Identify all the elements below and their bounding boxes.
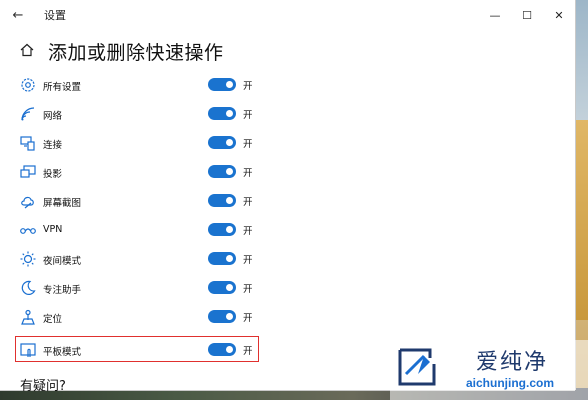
toggle-state: 开 <box>243 110 253 121</box>
quick-action-screen-snip: 屏幕截图 开 <box>0 187 300 216</box>
toggle-switch[interactable] <box>208 281 236 294</box>
quick-action-label: 连接 <box>43 140 63 151</box>
help-heading: 有疑问? <box>20 379 66 394</box>
location-icon <box>19 308 37 326</box>
watermark-url: aichunjing.com <box>466 376 555 390</box>
watermark-brand: 爱纯净 <box>476 350 549 375</box>
close-icon: ✕ <box>554 8 564 22</box>
quick-action-vpn: VPN 开 <box>0 216 300 245</box>
toggle-state: 开 <box>243 197 253 208</box>
night-light-icon <box>19 250 37 268</box>
quick-action-label: 所有设置 <box>43 82 82 93</box>
quick-action-label: 屏幕截图 <box>43 198 82 209</box>
quick-action-label: 专注助手 <box>43 285 82 296</box>
quick-action-label: 投影 <box>43 169 63 180</box>
highlight-box <box>15 336 259 362</box>
quick-action-label: 定位 <box>43 314 63 325</box>
screen-snip-icon <box>19 192 37 210</box>
wifi-icon <box>19 105 37 123</box>
gear-icon <box>19 76 37 94</box>
quick-action-location: 定位 开 <box>0 303 300 332</box>
quick-action-connect: 连接 开 <box>0 129 300 158</box>
toggle-state: 开 <box>243 81 253 92</box>
quick-action-network: 网络 开 <box>0 100 300 129</box>
project-icon <box>19 163 37 181</box>
toggle-switch[interactable] <box>208 252 236 265</box>
page-title: 添加或删除快速操作 <box>48 42 224 64</box>
quick-action-focus-assist: 专注助手 开 <box>0 274 300 303</box>
quick-action-all-settings: 所有设置 开 <box>0 71 300 100</box>
toggle-state: 开 <box>243 255 253 266</box>
connect-icon <box>19 134 37 152</box>
watermark: 爱纯净 aichunjing.com <box>390 340 588 400</box>
quick-action-label: 夜间模式 <box>43 256 82 267</box>
back-button[interactable]: ← <box>0 0 36 30</box>
watermark-logo-icon <box>394 344 440 390</box>
toggle-switch[interactable] <box>208 78 236 91</box>
toggle-state: 开 <box>243 226 253 237</box>
quick-action-label: VPN <box>43 224 63 235</box>
toggle-state: 开 <box>243 284 253 295</box>
desktop-sky <box>575 0 588 120</box>
toggle-state: 开 <box>243 168 253 179</box>
quick-action-project: 投影 开 <box>0 158 300 187</box>
settings-window: ← 设置 — ☐ ✕ 添加或删除快速操作 所有设置 开 网络 开 连接 开 投影… <box>0 0 575 394</box>
maximize-icon: ☐ <box>522 8 532 22</box>
minimize-button[interactable]: — <box>479 0 511 30</box>
back-arrow-icon: ← <box>12 7 24 23</box>
vpn-icon <box>19 221 37 239</box>
close-button[interactable]: ✕ <box>543 0 575 30</box>
toggle-switch[interactable] <box>208 310 236 323</box>
minimize-icon: — <box>489 8 501 22</box>
home-icon[interactable] <box>19 42 35 58</box>
maximize-button[interactable]: ☐ <box>511 0 543 30</box>
page-header: 添加或删除快速操作 <box>0 36 575 66</box>
quick-action-label: 网络 <box>43 111 63 122</box>
toggle-switch[interactable] <box>208 136 236 149</box>
title-bar: ← 设置 — ☐ ✕ <box>0 0 575 30</box>
moon-icon <box>19 279 37 297</box>
toggle-switch[interactable] <box>208 194 236 207</box>
quick-action-night-light: 夜间模式 开 <box>0 245 300 274</box>
toggle-state: 开 <box>243 139 253 150</box>
window-controls: — ☐ ✕ <box>479 0 575 30</box>
window-title: 设置 <box>44 9 66 22</box>
desktop-sand <box>575 120 588 320</box>
toggle-switch[interactable] <box>208 107 236 120</box>
toggle-state: 开 <box>243 313 253 324</box>
toggle-switch[interactable] <box>208 223 236 236</box>
toggle-switch[interactable] <box>208 165 236 178</box>
